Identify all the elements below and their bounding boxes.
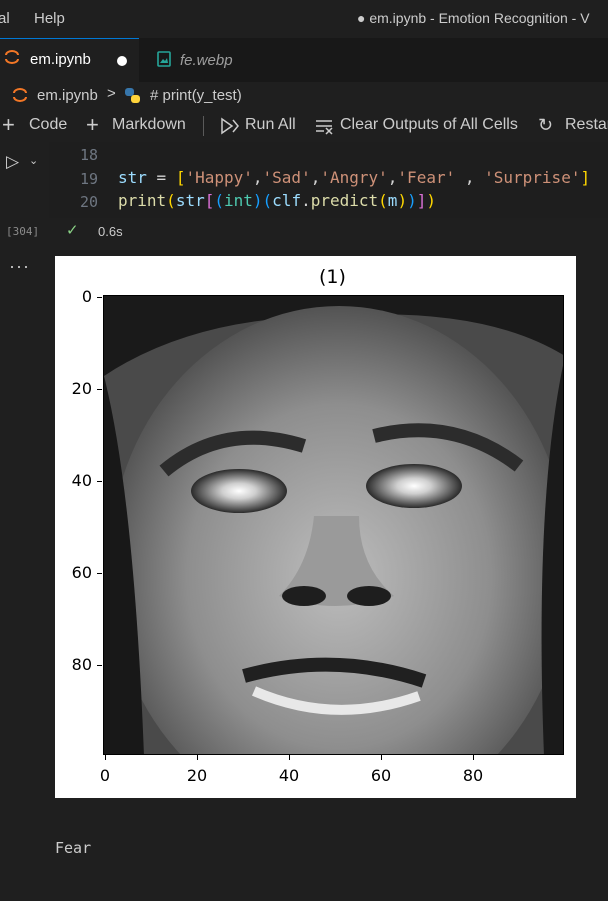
execution-duration: 0.6s xyxy=(98,224,123,239)
breadcrumb-cell[interactable]: # print(y_test) xyxy=(150,87,242,104)
window-title: ● em.ipynb - Emotion Recognition - V xyxy=(357,10,590,26)
y-tick-label: 0 xyxy=(81,287,92,306)
more-actions-icon[interactable]: ··· xyxy=(9,256,30,277)
code-line[interactable]: str = ['Happy','Sad','Angry','Fear' , 'S… xyxy=(118,168,590,187)
y-tick-label: 80 xyxy=(71,655,92,674)
add-code-button[interactable]: Code xyxy=(29,116,67,134)
y-tick-mark xyxy=(97,297,102,298)
x-tick-label: 60 xyxy=(370,766,392,785)
x-tick-label: 0 xyxy=(99,766,111,785)
x-tick-label: 80 xyxy=(462,766,484,785)
tab-fe-label: fe.webp xyxy=(180,52,233,69)
x-tick-mark xyxy=(473,755,474,760)
line-number: 20 xyxy=(79,193,98,211)
x-tick-label: 20 xyxy=(186,766,208,785)
y-tick-label: 20 xyxy=(71,379,92,398)
add-icon[interactable]: + xyxy=(86,112,99,138)
menu-terminal[interactable]: al xyxy=(0,10,10,27)
y-tick-mark xyxy=(97,389,102,390)
jupyter-icon xyxy=(13,88,27,102)
restart-button[interactable]: Restar xyxy=(565,116,608,134)
line-number: 19 xyxy=(79,170,98,188)
breadcrumb-file[interactable]: em.ipynb xyxy=(37,87,98,104)
menu-help[interactable]: Help xyxy=(34,10,65,27)
x-tick-mark xyxy=(289,755,290,760)
code-line[interactable]: print(str[(int)(clf.predict(m))]) xyxy=(118,191,436,210)
run-cell-icon[interactable]: ▷ xyxy=(6,152,19,172)
run-all-button[interactable]: Run All xyxy=(245,116,296,134)
jupyter-icon xyxy=(5,50,19,64)
breadcrumb-separator: > xyxy=(107,85,116,102)
run-all-icon[interactable] xyxy=(219,117,239,135)
check-icon: ✓ xyxy=(66,222,79,239)
y-tick-mark xyxy=(97,481,102,482)
x-tick-label: 40 xyxy=(278,766,300,785)
restart-icon[interactable]: ↻ xyxy=(538,115,553,136)
chevron-down-icon[interactable]: ⌄ xyxy=(29,154,38,167)
tab-em-label: em.ipynb xyxy=(30,51,91,68)
y-tick-label: 40 xyxy=(71,471,92,490)
add-markdown-button[interactable]: Markdown xyxy=(112,116,186,134)
y-tick-label: 60 xyxy=(71,563,92,582)
x-tick-mark xyxy=(197,755,198,760)
face-image xyxy=(103,295,564,755)
execution-count: [304] xyxy=(6,225,40,238)
figure-title: (1) xyxy=(319,266,346,288)
toolbar-divider xyxy=(203,116,204,136)
line-number: 18 xyxy=(79,146,98,164)
python-icon xyxy=(125,88,140,103)
cell-text-output: Fear xyxy=(55,839,92,857)
x-tick-mark xyxy=(105,755,106,760)
x-tick-mark xyxy=(381,755,382,760)
add-icon[interactable]: + xyxy=(2,112,15,138)
unsaved-dot-icon[interactable] xyxy=(117,56,127,66)
y-tick-mark xyxy=(97,573,102,574)
clear-all-icon[interactable] xyxy=(314,117,334,135)
clear-outputs-button[interactable]: Clear Outputs of All Cells xyxy=(340,116,518,134)
y-tick-mark xyxy=(97,665,102,666)
image-file-icon xyxy=(157,51,171,67)
